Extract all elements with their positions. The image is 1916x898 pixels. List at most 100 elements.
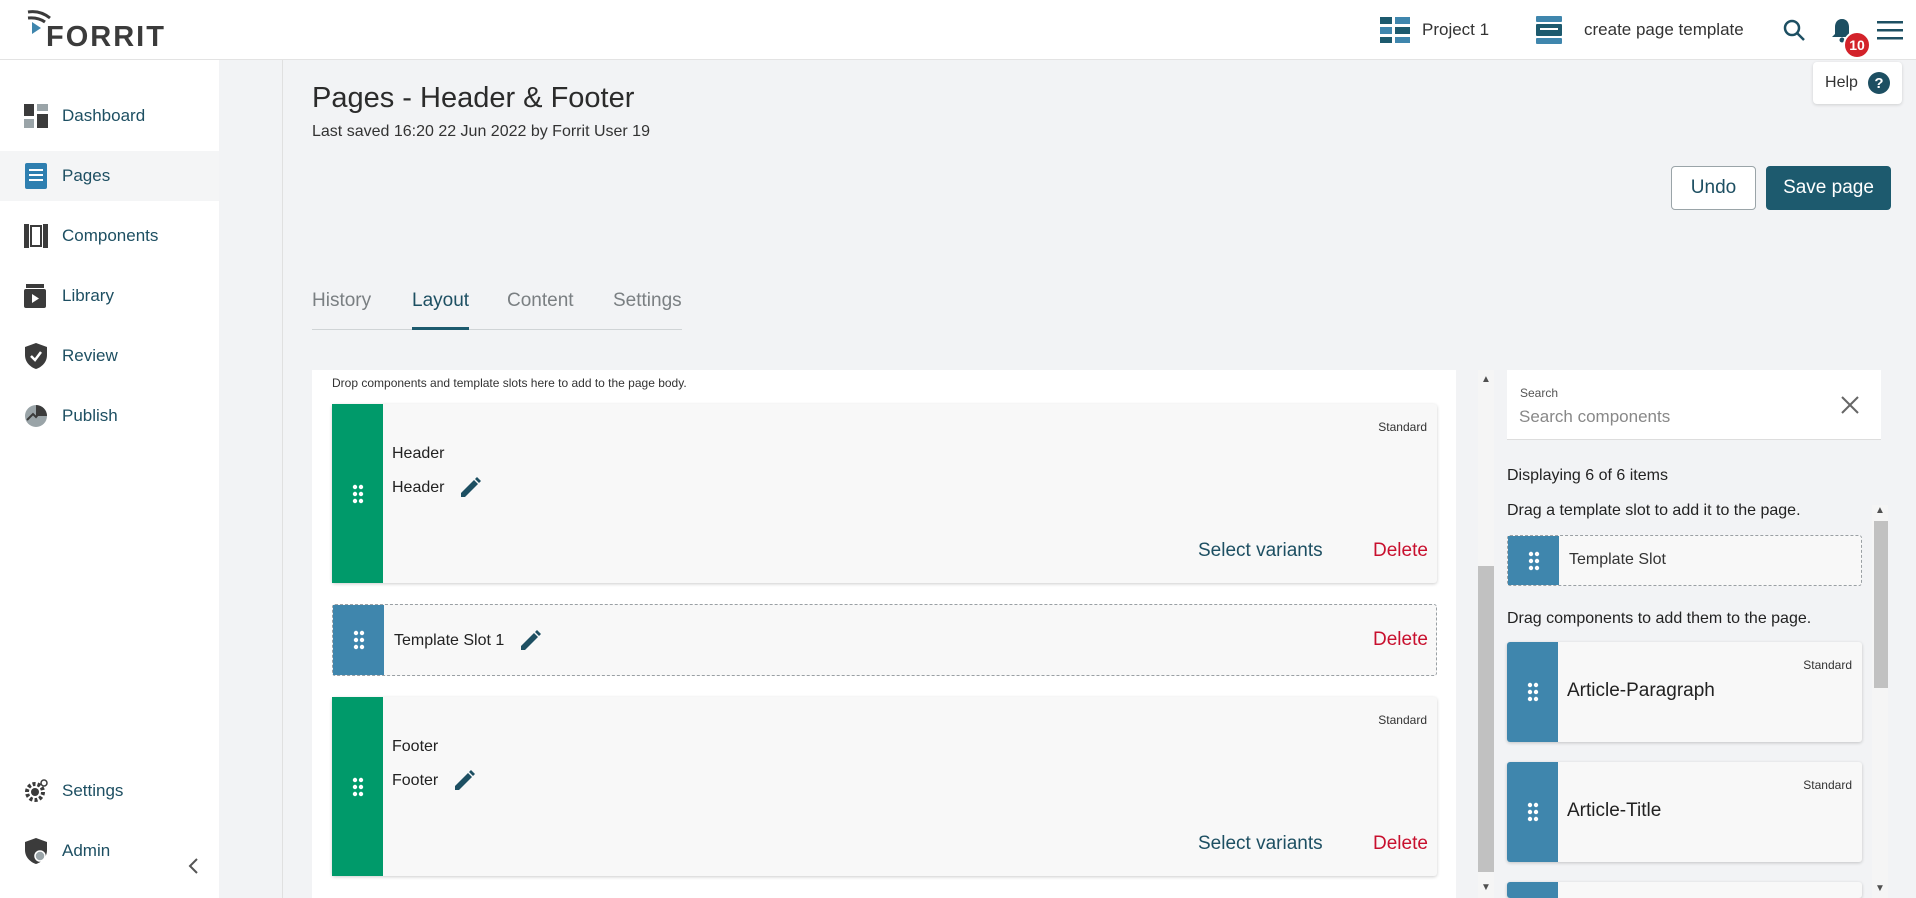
component-instance: Footer <box>392 769 476 793</box>
scrollbar-thumb[interactable] <box>1874 521 1888 688</box>
search-label: Search <box>1520 386 1559 400</box>
sidebar-item-label: Pages <box>62 166 111 185</box>
template-label: create page template <box>1584 20 1744 39</box>
top-bar: FORRIT Project 1 create page template 10 <box>0 0 1916 60</box>
component-instance: Header <box>392 476 482 500</box>
delete-link[interactable]: Delete <box>1373 629 1428 651</box>
delete-link[interactable]: Delete <box>1373 833 1428 855</box>
chevron-left-icon <box>188 858 198 874</box>
tab-settings[interactable]: Settings <box>613 290 682 330</box>
canvas-scrollbar[interactable]: ▲ ▼ <box>1478 370 1494 898</box>
project-selector[interactable]: Project 1 <box>1380 14 1489 46</box>
drag-handle[interactable] <box>333 605 384 675</box>
sidebar-item-review[interactable]: Review <box>0 331 219 381</box>
edit-pencil-icon[interactable] <box>458 476 482 500</box>
drag-handle[interactable] <box>1507 882 1558 898</box>
slot-name: Template Slot 1 <box>394 632 505 649</box>
component-type-tag: Standard <box>1378 420 1427 434</box>
palette-component-article-title[interactable]: Standard Article-Title <box>1507 762 1862 862</box>
scrollbar-thumb[interactable] <box>1478 566 1494 872</box>
sidebar-item-pages[interactable]: Pages <box>0 151 219 201</box>
page-tabs: History Layout Content Settings <box>312 286 682 330</box>
sidebar: Dashboard Pages Components Library Revie… <box>0 60 248 898</box>
publish-icon <box>24 404 48 428</box>
drag-dots-icon <box>353 630 364 650</box>
palette-template-slot[interactable]: Template Slot <box>1507 535 1862 586</box>
sidebar-gutter <box>219 60 283 898</box>
drop-hint: Drop components and template slots here … <box>332 376 687 390</box>
palette-component-partial[interactable] <box>1507 882 1862 898</box>
instance-label: Footer <box>392 772 439 789</box>
scroll-up-arrow-icon[interactable]: ▲ <box>1872 505 1888 516</box>
drag-dots-icon <box>1527 802 1538 822</box>
sidebar-item-publish[interactable]: Publish <box>0 391 219 441</box>
delete-link[interactable]: Delete <box>1373 540 1428 562</box>
scroll-up-arrow-icon[interactable]: ▲ <box>1478 374 1494 385</box>
save-page-button[interactable]: Save page <box>1766 166 1891 210</box>
instance-label: Header <box>392 479 445 496</box>
edit-pencil-icon[interactable] <box>452 769 476 793</box>
edit-pencil-icon[interactable] <box>518 629 542 653</box>
drag-dots-icon <box>352 484 363 503</box>
tab-layout[interactable]: Layout <box>412 290 470 330</box>
sidebar-item-label: Settings <box>62 781 124 800</box>
drag-handle[interactable] <box>332 404 383 583</box>
help-label: Help <box>1825 74 1858 91</box>
component-name: Header <box>392 445 445 462</box>
select-variants-link[interactable]: Select variants <box>1198 540 1323 562</box>
component-type-tag: Standard <box>1378 713 1427 727</box>
sidebar-item-dashboard[interactable]: Dashboard <box>0 91 219 141</box>
template-selector[interactable]: create page template <box>1536 14 1744 46</box>
menu-button[interactable] <box>1874 14 1906 46</box>
sidebar-item-label: Review <box>62 346 118 365</box>
scroll-down-arrow-icon[interactable]: ▼ <box>1478 882 1494 893</box>
component-card-footer[interactable]: Standard Footer Footer Select variants D… <box>332 697 1437 876</box>
display-count: Displaying 6 of 6 items <box>1507 467 1668 484</box>
drag-handle[interactable] <box>1507 642 1558 742</box>
palette-scrollbar[interactable]: ▲ ▼ <box>1872 505 1888 898</box>
search-button[interactable] <box>1778 14 1810 46</box>
help-button[interactable]: Help ? <box>1813 62 1902 104</box>
page-body-drop-zone[interactable]: Drop components and template slots here … <box>312 370 1456 898</box>
tab-content[interactable]: Content <box>507 290 574 330</box>
template-slot-card[interactable]: Template Slot 1 Delete <box>332 604 1437 676</box>
palette-component-article-paragraph[interactable]: Standard Article-Paragraph <box>1507 642 1862 742</box>
sidebar-item-label: Publish <box>62 406 118 425</box>
slot-drag-hint: Drag a template slot to add it to the pa… <box>1507 502 1801 519</box>
undo-button[interactable]: Undo <box>1671 166 1756 210</box>
sidebar-item-components[interactable]: Components <box>0 211 219 261</box>
sidebar-item-label: Library <box>62 286 114 305</box>
drag-handle[interactable] <box>1508 536 1559 585</box>
drag-handle[interactable] <box>332 697 383 876</box>
close-icon[interactable] <box>1839 394 1861 416</box>
search-input[interactable] <box>1519 404 1819 430</box>
palette-component-label: Article-Title <box>1567 800 1662 821</box>
admin-icon <box>24 838 48 864</box>
component-card-header[interactable]: Standard Header Header Select variants D… <box>332 404 1437 583</box>
sidebar-item-library[interactable]: Library <box>0 271 219 321</box>
drag-dots-icon <box>1527 682 1538 702</box>
search-icon <box>1783 19 1805 41</box>
select-variants-link[interactable]: Select variants <box>1198 833 1323 855</box>
sidebar-item-settings[interactable]: Settings <box>0 766 219 816</box>
pages-icon <box>24 163 48 189</box>
component-search: Search <box>1507 370 1881 440</box>
page-title: Pages - Header & Footer <box>312 82 635 114</box>
drag-handle[interactable] <box>1507 762 1558 862</box>
palette-component-label: Article-Paragraph <box>1567 680 1715 701</box>
forrit-logo[interactable]: FORRIT <box>26 8 166 54</box>
notification-count-badge: 10 <box>1843 31 1871 59</box>
logo-text: FORRIT <box>46 21 166 53</box>
slot-instance: Template Slot 1 <box>394 629 542 653</box>
help-icon: ? <box>1867 72 1890 94</box>
scroll-down-arrow-icon[interactable]: ▼ <box>1872 883 1888 894</box>
palette-slot-label: Template Slot <box>1569 551 1666 568</box>
collapse-sidebar-button[interactable] <box>186 855 200 881</box>
drag-dots-icon <box>352 777 363 796</box>
sidebar-item-label: Admin <box>62 841 111 860</box>
last-saved-text: Last saved 16:20 22 Jun 2022 by Forrit U… <box>312 123 650 140</box>
sidebar-item-label: Dashboard <box>62 106 146 125</box>
tab-history[interactable]: History <box>312 290 371 330</box>
template-icon <box>1536 16 1562 44</box>
sidebar-item-label: Components <box>62 226 159 245</box>
